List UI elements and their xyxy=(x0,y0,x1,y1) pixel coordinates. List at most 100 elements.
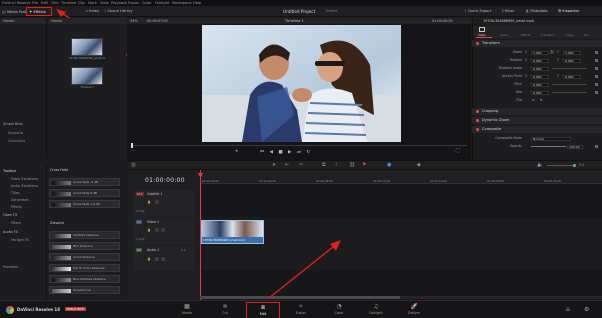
keyframe-icon[interactable] xyxy=(595,51,598,54)
rotation-input[interactable]: 0.000 xyxy=(531,66,549,71)
quick-export-button[interactable]: ⇪ Quick Export xyxy=(464,8,491,15)
timeline-area[interactable]: 01:00:00:00 01:00:04:00 01:00:08:00 01:0… xyxy=(198,170,602,300)
section-composite[interactable]: Composite xyxy=(472,126,602,133)
flag-icon[interactable]: ● xyxy=(387,163,391,168)
video-lock-icon[interactable]: 🔒 xyxy=(147,228,151,232)
page-edit[interactable]: ⧈ Edit xyxy=(246,302,280,318)
subtitle-lock-icon[interactable]: 🔒 xyxy=(147,200,151,204)
timeline-scrollbar[interactable] xyxy=(200,296,602,299)
track-id-subtitle[interactable]: ST1 xyxy=(136,192,144,196)
effect-cross-dissolve[interactable]: Cross Dissolve xyxy=(49,253,120,261)
transport-controls[interactable]: ⏮ ◀ ■ ▶ ⏭ ↻ xyxy=(260,149,312,155)
tab-audio[interactable]: Audio xyxy=(500,33,508,37)
selection-tool-icon[interactable]: ➤ xyxy=(272,163,276,168)
favorites-heading[interactable]: Favorites xyxy=(3,265,18,269)
flip-vertical-icon[interactable]: ⇅ xyxy=(540,97,543,104)
audiofx-fairlight[interactable]: Fairlight FX xyxy=(11,238,29,242)
keyframe-icon[interactable] xyxy=(595,145,598,148)
video-clip[interactable]: 19706-304686900_small.mp4 xyxy=(201,220,264,244)
keyframe-icon[interactable] xyxy=(595,91,598,94)
insert-icon[interactable]: ⧉ xyxy=(322,163,326,168)
viewer-jog-bar[interactable] xyxy=(131,145,467,146)
opacity-slider[interactable] xyxy=(531,146,566,147)
settings-gear-icon[interactable]: ⚙ xyxy=(584,306,589,313)
trim-tool-icon[interactable]: ⇤ xyxy=(285,163,289,168)
viewer-fullscreen-icon[interactable]: ⛶ xyxy=(456,149,460,154)
keyframe-icon[interactable] xyxy=(595,83,598,86)
position-lock-icon[interactable]: ⚑ xyxy=(362,163,366,168)
keyframe-icon[interactable] xyxy=(595,75,598,78)
viewer-options-icon[interactable]: ⋯ xyxy=(131,149,136,154)
clip-thumbnail[interactable] xyxy=(71,38,103,56)
audio-mute-icon[interactable] xyxy=(161,257,165,261)
page-color[interactable]: ◔ Color xyxy=(324,304,354,318)
effect-cross-fade-0[interactable]: Cross Fade 0 dB xyxy=(49,189,120,197)
audio-lock-icon[interactable]: 🔒 xyxy=(147,257,151,261)
audio-solo-icon[interactable] xyxy=(155,257,159,261)
track-id-video[interactable]: V1 xyxy=(136,220,142,224)
keyframe-icon[interactable] xyxy=(595,59,598,62)
home-icon[interactable]: ⌂ xyxy=(566,306,570,313)
blade-tool-icon[interactable]: ✂ xyxy=(299,163,303,168)
effect-blur-dissolve[interactable]: Blur Dissolve xyxy=(49,242,120,250)
section-cropping[interactable]: Cropping xyxy=(472,108,602,115)
audio-track-lane[interactable] xyxy=(200,246,602,270)
page-cut[interactable]: ≋ Cut xyxy=(210,304,240,318)
page-fusion[interactable]: ✧ Fusion xyxy=(286,304,316,318)
timeline-ruler[interactable]: 01:00:00:00 01:00:04:00 01:00:08:00 01:0… xyxy=(200,170,602,184)
page-deliver[interactable]: 🚀 Deliver xyxy=(399,304,429,318)
zoom-y-input[interactable]: 1.000 xyxy=(563,50,581,55)
timeline-view-icon[interactable]: ▥ xyxy=(131,163,136,168)
toolbox-generators[interactable]: Generators xyxy=(11,198,29,202)
viewer-frame[interactable] xyxy=(202,25,401,142)
tab-effects[interactable]: Effects xyxy=(521,33,531,37)
composite-mode-select[interactable]: Normal xyxy=(531,136,571,141)
rotation-slider[interactable] xyxy=(552,68,587,69)
effect-dip-to-color[interactable]: Dip To Color Dissolve xyxy=(49,264,120,272)
toolbox-effects[interactable]: Effects xyxy=(11,205,22,209)
toolbox-video-transitions[interactable]: Video Transitions xyxy=(11,177,38,181)
toolbox-titles[interactable]: Titles xyxy=(11,191,20,195)
page-fairlight[interactable]: ♫ Fairlight xyxy=(361,304,391,318)
inspector-button[interactable]: ⚙ Inspector xyxy=(558,8,579,15)
effect-cross-fade-minus3[interactable]: Cross Fade -3 dB xyxy=(49,178,120,186)
tab-image[interactable]: Image xyxy=(565,33,574,37)
timeline-playhead[interactable] xyxy=(200,170,201,300)
section-transform[interactable]: Transform xyxy=(472,40,602,47)
pitch-input[interactable]: 0.000 xyxy=(531,82,549,87)
flip-horizontal-icon[interactable]: ⇆ xyxy=(532,97,535,104)
anchor-y-input[interactable]: 0.000 xyxy=(563,74,581,79)
zoom-x-input[interactable]: 1.000 xyxy=(531,50,549,55)
volume-slider[interactable] xyxy=(547,165,575,166)
volume-icon[interactable]: 🔈 xyxy=(537,163,543,168)
match-frame-icon[interactable]: ◂ xyxy=(235,149,238,154)
effects-button[interactable]: ✦ Effects xyxy=(26,7,52,16)
opacity-input[interactable]: 100.00 xyxy=(567,144,583,149)
smart-bin-collections[interactable]: Collections xyxy=(8,139,25,143)
smart-bin-keywords[interactable]: Keywords xyxy=(8,131,23,135)
link-icon[interactable]: ⛓ xyxy=(550,49,554,56)
video-auto-select-icon[interactable] xyxy=(155,228,159,232)
effect-cross-fade-plus3[interactable]: Cross Fade +3 dB xyxy=(49,200,120,208)
toolbox-heading[interactable]: Toolbox xyxy=(3,169,16,173)
linked-selection-icon[interactable]: ⛓ xyxy=(349,163,355,168)
snapping-icon[interactable]: ⌇ xyxy=(335,163,337,168)
metadata-button[interactable]: ◧ Metadata xyxy=(526,8,548,15)
keyframe-icon[interactable] xyxy=(595,67,598,70)
timeline-thumbnail[interactable] xyxy=(71,67,103,85)
anchor-x-input[interactable]: 0.000 xyxy=(531,74,549,79)
effect-additive-dissolve[interactable]: Additive Dissolve xyxy=(49,231,120,239)
audiofx-heading[interactable]: Audio FX xyxy=(3,230,18,234)
pitch-slider[interactable] xyxy=(552,84,587,85)
effect-non-additive-dissolve[interactable]: Non-Additive Dissolve xyxy=(49,275,120,283)
tab-transition[interactable]: Transition xyxy=(541,33,555,37)
position-y-input[interactable]: 0.000 xyxy=(563,58,581,63)
tab-file[interactable]: File xyxy=(584,33,589,37)
section-dynamic-zoom[interactable]: Dynamic Zoom xyxy=(472,117,602,124)
openfx-filters[interactable]: Filters xyxy=(11,221,21,225)
yaw-input[interactable]: 0.000 xyxy=(531,90,549,95)
volume-slider-handle[interactable] xyxy=(573,164,576,167)
media-pool-button[interactable]: ▤ Media Pool xyxy=(2,8,28,15)
openfx-heading[interactable]: Open FX xyxy=(3,213,17,217)
video-visibility-icon[interactable] xyxy=(161,228,165,232)
